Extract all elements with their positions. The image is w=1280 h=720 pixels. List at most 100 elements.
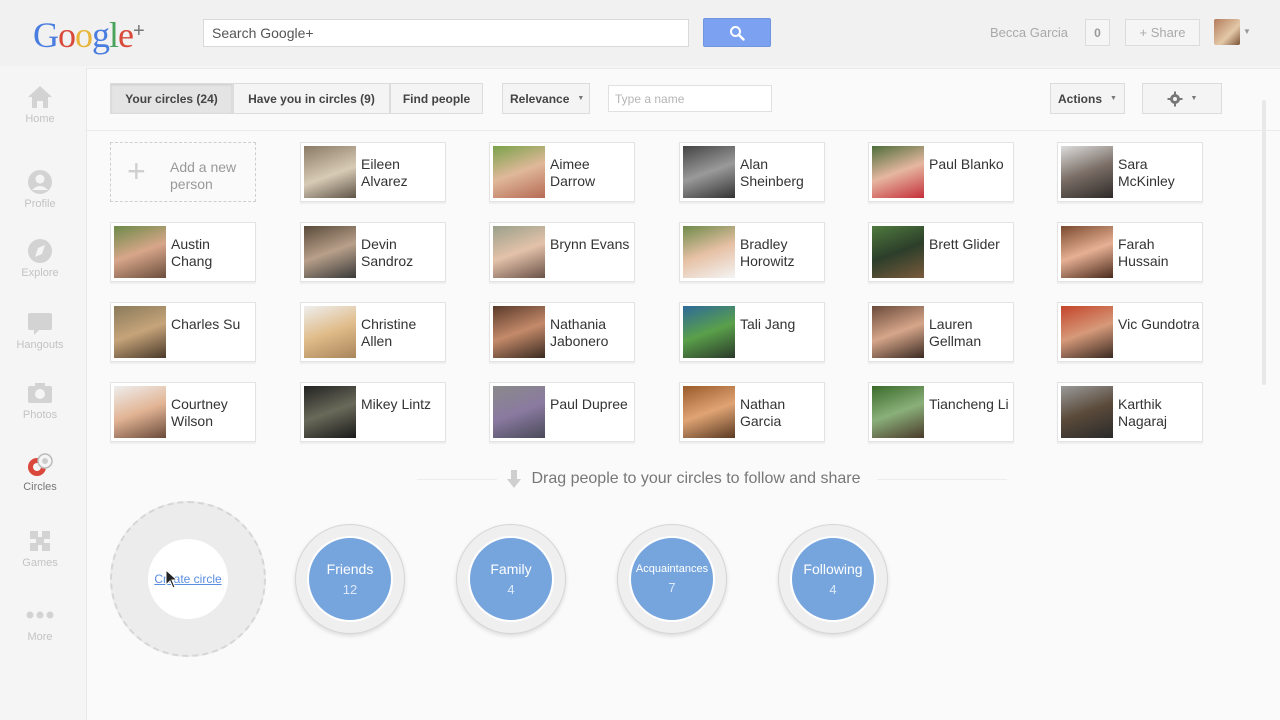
person-card[interactable]: Nathan Garcia — [679, 382, 825, 442]
user-name-link[interactable]: Becca Garcia — [990, 25, 1068, 40]
person-card[interactable]: Devin Sandroz — [300, 222, 446, 282]
person-card[interactable]: Tiancheng Li — [868, 382, 1014, 442]
circle-name: Family — [490, 561, 532, 577]
drag-hint: Drag people to your circles to follow an… — [87, 464, 1280, 494]
person-name: Courtney Wilson — [171, 396, 228, 429]
circles-toolbar: Your circles (24) Have you in circles (9… — [87, 69, 1280, 131]
sort-dropdown[interactable]: Relevance ▼ — [502, 83, 590, 114]
search-button[interactable] — [703, 18, 771, 47]
person-name: Alan Sheinberg — [740, 156, 804, 189]
circles-panel: Your circles (24) Have you in circles (9… — [86, 68, 1280, 720]
search-input[interactable] — [203, 19, 689, 47]
person-name: Tiancheng Li — [929, 396, 1009, 412]
person-name: Austin Chang — [171, 236, 213, 269]
person-name: Nathania Jabonero — [550, 316, 609, 349]
nav-home[interactable]: Home — [0, 84, 80, 125]
nav-label: Photos — [22, 409, 58, 421]
person-photo — [872, 386, 924, 438]
circle-friends[interactable]: Friends 12 — [295, 524, 405, 634]
tab-have-you-in-circles[interactable]: Have you in circles (9) — [233, 83, 390, 114]
person-card[interactable]: Sara McKinley — [1057, 142, 1203, 202]
circle-acquaintances-inner: Acquaintances 7 — [629, 536, 715, 622]
nav-explore[interactable]: Explore — [0, 238, 80, 279]
person-name: Devin Sandroz — [361, 236, 414, 269]
arrow-down-icon — [507, 470, 522, 488]
person-name: Bradley Horowitz — [740, 236, 795, 269]
person-photo — [683, 226, 735, 278]
photos-icon — [28, 383, 52, 403]
person-name: Sara McKinley — [1118, 156, 1175, 189]
nav-label: Circles — [23, 481, 57, 493]
chevron-down-icon: ▼ — [1110, 95, 1117, 102]
person-card[interactable]: Mikey Lintz — [300, 382, 446, 442]
nav-photos[interactable]: Photos — [0, 380, 80, 421]
nav-circles[interactable]: Circles — [0, 452, 80, 493]
person-card[interactable]: Karthik Nagaraj — [1057, 382, 1203, 442]
person-card[interactable]: Brett Glider — [868, 222, 1014, 282]
person-photo — [493, 146, 545, 198]
circle-following-inner: Following 4 — [790, 536, 876, 622]
plus-icon: + — [127, 153, 146, 189]
circles-icon — [28, 453, 53, 476]
person-card[interactable]: Charles Su — [110, 302, 256, 362]
person-card[interactable]: Alan Sheinberg — [679, 142, 825, 202]
notification-count[interactable]: 0 — [1085, 19, 1110, 46]
nav-label: More — [27, 631, 53, 643]
circle-following[interactable]: Following 4 — [778, 524, 888, 634]
chevron-down-icon: ▼ — [1190, 95, 1198, 102]
scrollbar[interactable] — [1262, 100, 1266, 385]
nav-more[interactable]: More — [0, 602, 80, 643]
person-card[interactable]: Paul Blanko — [868, 142, 1014, 202]
sort-label: Relevance — [510, 91, 570, 106]
circle-name: Following — [803, 561, 863, 577]
google-plus-logo[interactable]: Google+ — [33, 14, 145, 56]
person-card[interactable]: Brynn Evans — [489, 222, 635, 282]
circle-name: Acquaintances — [635, 563, 709, 575]
nav-hangouts[interactable]: Hangouts — [0, 310, 80, 351]
person-name: Karthik Nagaraj — [1118, 396, 1168, 429]
create-circle-drop-zone[interactable]: Create circle — [110, 501, 266, 657]
person-photo — [493, 306, 545, 358]
nav-label: Home — [25, 113, 55, 125]
person-card[interactable]: Aimee Darrow — [489, 142, 635, 202]
person-card[interactable]: Nathania Jabonero — [489, 302, 635, 362]
person-card[interactable]: Paul Dupree — [489, 382, 635, 442]
user-avatar[interactable] — [1214, 19, 1240, 45]
person-card[interactable]: Vic Gundotra — [1057, 302, 1203, 362]
person-name: Tali Jang — [740, 316, 796, 332]
person-card[interactable]: Bradley Horowitz — [679, 222, 825, 282]
settings-dropdown[interactable]: ▼ — [1142, 83, 1222, 114]
nav-label: Games — [22, 557, 58, 569]
person-card[interactable]: Farah Hussain — [1057, 222, 1203, 282]
person-card[interactable]: Lauren Gellman — [868, 302, 1014, 362]
person-name: Vic Gundotra — [1118, 316, 1200, 332]
circle-count: 4 — [829, 582, 837, 597]
person-card[interactable]: Eileen Alvarez — [300, 142, 446, 202]
chevron-down-icon: ▼ — [577, 95, 585, 102]
nav-profile[interactable]: Profile — [0, 169, 80, 210]
add-new-person-card[interactable]: + Add a new person — [110, 142, 256, 202]
actions-label: Actions — [1058, 91, 1103, 106]
tab-your-circles[interactable]: Your circles (24) — [110, 83, 233, 114]
circle-acquaintances[interactable]: Acquaintances 7 — [617, 524, 727, 634]
nav-label: Hangouts — [16, 339, 64, 351]
person-name: Nathan Garcia — [740, 396, 786, 429]
circle-friends-inner: Friends 12 — [307, 536, 393, 622]
chevron-down-icon[interactable]: ▼ — [1243, 27, 1251, 36]
person-photo — [683, 306, 735, 358]
person-photo — [304, 306, 356, 358]
circle-family[interactable]: Family 4 — [456, 524, 566, 634]
type-a-name-input[interactable] — [608, 85, 772, 112]
person-card[interactable]: Christine Allen — [300, 302, 446, 362]
person-card[interactable]: Tali Jang — [679, 302, 825, 362]
person-photo — [114, 306, 166, 358]
person-name: Brynn Evans — [550, 236, 630, 252]
share-button[interactable]: + Share — [1125, 19, 1200, 46]
actions-dropdown[interactable]: Actions ▼ — [1050, 83, 1125, 114]
tab-find-people[interactable]: Find people — [390, 83, 483, 114]
person-card[interactable]: Austin Chang — [110, 222, 256, 282]
games-icon — [30, 531, 50, 551]
person-card[interactable]: Courtney Wilson — [110, 382, 256, 442]
nav-games[interactable]: Games — [0, 528, 80, 569]
circle-name: Friends — [326, 561, 374, 577]
